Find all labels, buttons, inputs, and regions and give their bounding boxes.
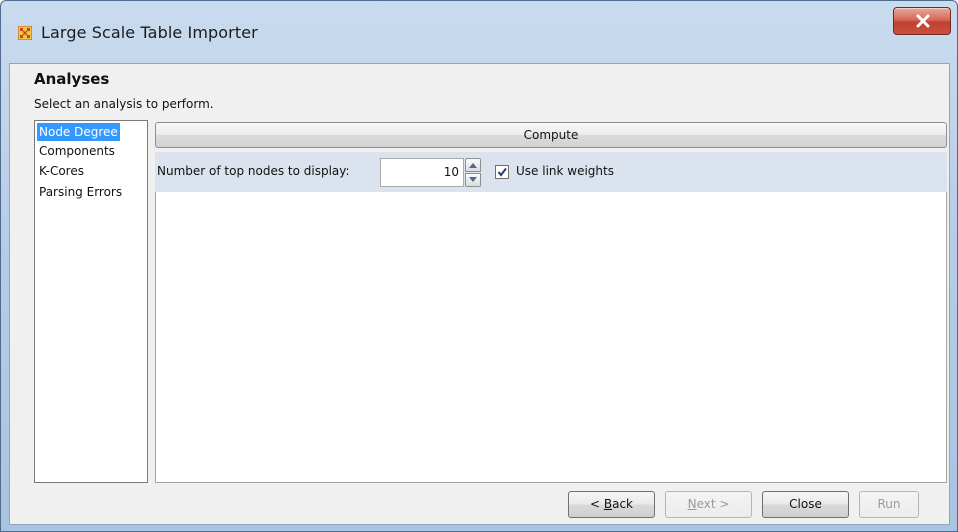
analysis-list[interactable]: Node Degree Components K-Cores Parsing E…	[34, 120, 148, 483]
use-link-weights-checkbox[interactable]	[495, 165, 509, 179]
grid-network-icon	[17, 25, 33, 41]
next-button-mnemonic: N	[687, 497, 697, 511]
window-close-button[interactable]	[893, 7, 951, 35]
list-item-node-degree[interactable]: Node Degree	[37, 123, 120, 141]
back-button-prefix: <	[589, 497, 604, 511]
window-title: Large Scale Table Importer	[41, 23, 258, 42]
list-item-k-cores[interactable]: K-Cores	[37, 162, 86, 180]
page-subtitle: Select an analysis to perform.	[34, 97, 214, 111]
checkmark-icon	[497, 167, 507, 177]
top-nodes-label: Number of top nodes to display:	[157, 164, 350, 178]
importer-window: Large Scale Table Importer Analyses Sele…	[0, 0, 958, 532]
back-button-mnemonic: B	[603, 497, 613, 511]
list-item-parsing-errors[interactable]: Parsing Errors	[37, 183, 124, 201]
triangle-up-icon	[469, 163, 477, 168]
back-button-label: ack	[612, 497, 633, 511]
options-panel: Number of top nodes to display: 10 Use l…	[155, 152, 947, 192]
dialog-content: Analyses Select an analysis to perform. …	[9, 63, 950, 525]
triangle-down-icon	[469, 177, 477, 182]
run-button[interactable]: Run	[859, 491, 919, 518]
title-bar[interactable]: Large Scale Table Importer	[1, 1, 957, 63]
top-nodes-spinner-input[interactable]: 10	[380, 158, 464, 187]
spinner-decrement-button[interactable]	[465, 173, 481, 187]
next-button[interactable]: Next >	[665, 491, 752, 518]
use-link-weights-label[interactable]: Use link weights	[516, 164, 614, 178]
back-button[interactable]: < Back	[568, 491, 655, 518]
close-button[interactable]: Close	[762, 491, 849, 518]
page-title: Analyses	[34, 70, 110, 88]
list-item-components[interactable]: Components	[37, 142, 117, 160]
compute-button[interactable]: Compute	[155, 122, 947, 148]
close-icon	[916, 14, 930, 28]
results-area	[155, 192, 947, 483]
next-button-label: ext >	[696, 497, 730, 511]
spinner-increment-button[interactable]	[465, 158, 481, 172]
